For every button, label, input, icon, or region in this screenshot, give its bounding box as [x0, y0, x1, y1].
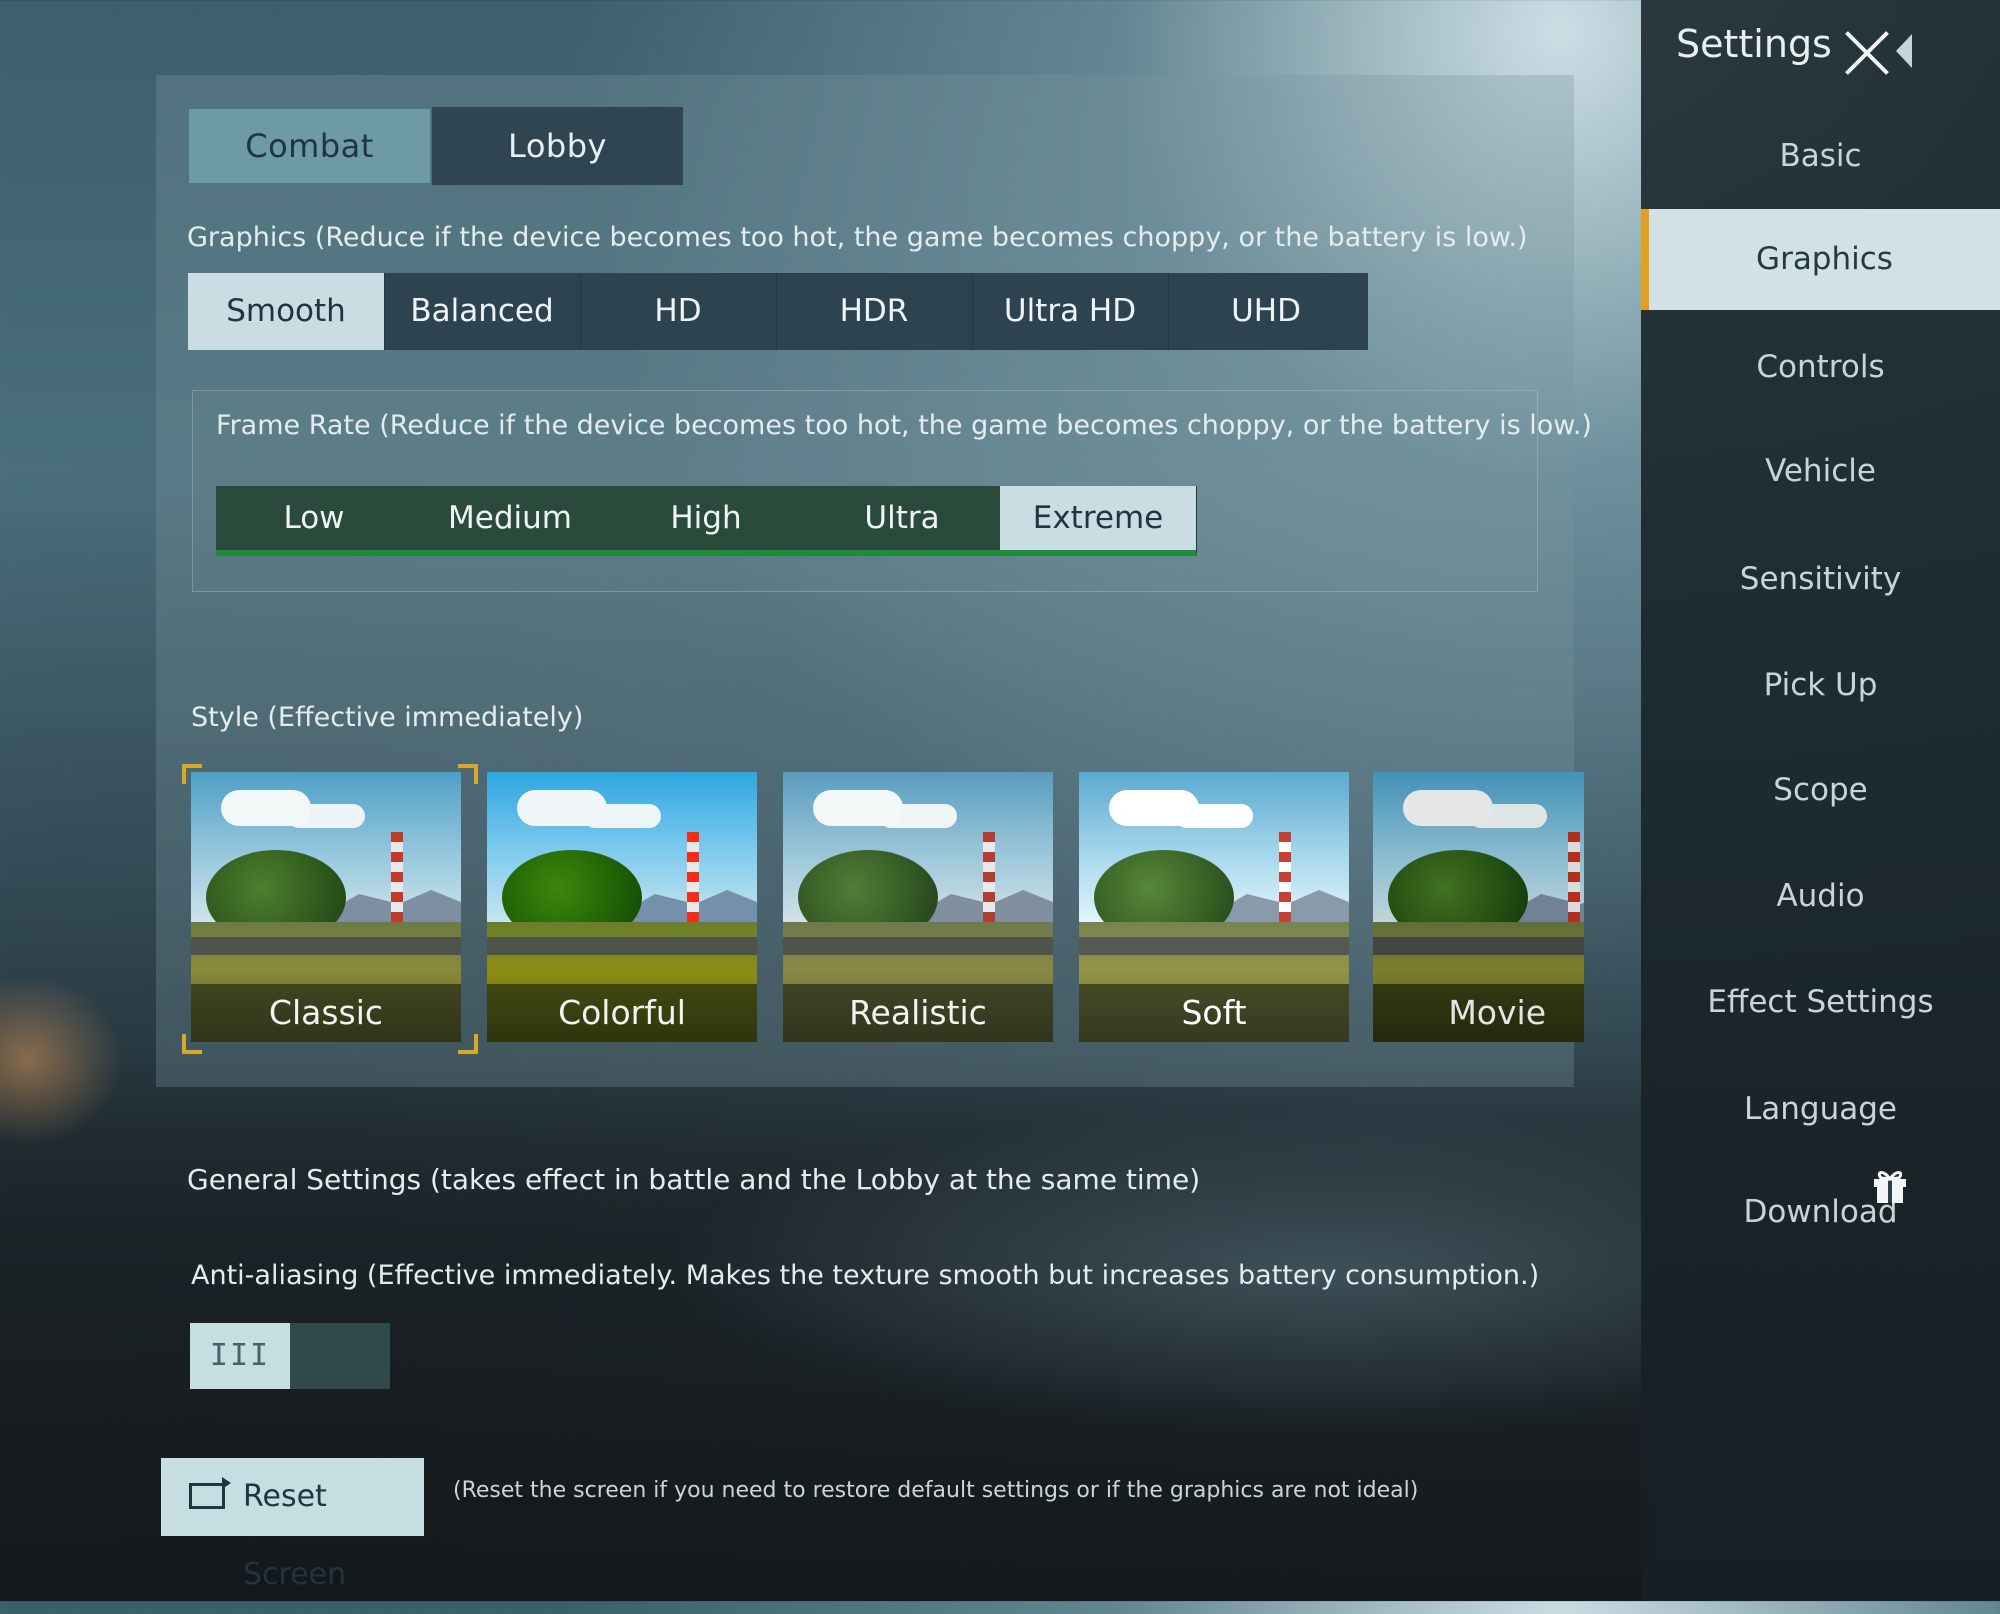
sidebar-title: Settings: [1676, 22, 1832, 66]
style-caption: Soft: [1079, 984, 1349, 1042]
preview-radio-tower: [391, 832, 403, 927]
mode-tabs: Combat Lobby: [187, 107, 683, 185]
style-caption: Realistic: [783, 984, 1053, 1042]
preview-road: [1373, 937, 1584, 955]
graphics-option-smooth[interactable]: Smooth: [188, 273, 385, 350]
settings-sidebar: Settings Basic Graphics Controls Vehicle…: [1641, 0, 2000, 1601]
reset-screen-label: Reset Screen: [243, 1479, 347, 1592]
sidebar-item-pick-up[interactable]: Pick Up: [1641, 645, 2000, 725]
close-icon[interactable]: [1842, 28, 1892, 78]
preview-road: [783, 937, 1053, 955]
graphics-option-uhd[interactable]: UHD: [1168, 273, 1364, 350]
selection-corner-icon: [182, 764, 202, 784]
frame-rate-option-low[interactable]: Low: [216, 486, 413, 556]
sidebar-item-vehicle[interactable]: Vehicle: [1641, 431, 2000, 511]
slider-knob[interactable]: III: [190, 1323, 290, 1389]
graphics-selector: Smooth Balanced HD HDR Ultra HD UHD: [188, 273, 1368, 350]
reset-note: (Reset the screen if you need to restore…: [453, 1478, 1419, 1503]
preview-cloud: [813, 790, 903, 826]
preview-radio-tower: [983, 832, 995, 927]
preview-road: [1079, 937, 1349, 955]
reset-screen-icon: [189, 1477, 231, 1509]
style-caption: Movie: [1373, 984, 1584, 1042]
preview-cloud: [517, 790, 607, 826]
sidebar-item-language[interactable]: Language: [1641, 1069, 2000, 1149]
tab-combat[interactable]: Combat: [187, 107, 432, 185]
preview-road: [487, 937, 757, 955]
sidebar-item-audio[interactable]: Audio: [1641, 856, 2000, 936]
sidebar-item-download[interactable]: Download: [1641, 1172, 2000, 1252]
sidebar-item-basic[interactable]: Basic: [1641, 116, 2000, 196]
style-card-soft[interactable]: Soft: [1079, 772, 1349, 1042]
graphics-label: Graphics (Reduce if the device becomes t…: [187, 222, 1528, 253]
frame-rate-label: Frame Rate (Reduce if the device becomes…: [216, 410, 1592, 441]
style-label: Style (Effective immediately): [191, 702, 584, 733]
sidebar-item-effect-settings[interactable]: Effect Settings: [1641, 962, 2000, 1042]
anti-aliasing-label: Anti-aliasing (Effective immediately. Ma…: [191, 1260, 1540, 1291]
frame-rate-selector: Low Medium High Ultra Extreme: [216, 486, 1197, 556]
style-card-classic[interactable]: Classic: [191, 772, 461, 1042]
anti-aliasing-slider[interactable]: III: [190, 1323, 390, 1389]
style-card-colorful[interactable]: Colorful: [487, 772, 757, 1042]
graphics-option-balanced[interactable]: Balanced: [384, 273, 581, 350]
background-glow: [0, 960, 140, 1160]
frame-rate-option-extreme[interactable]: Extreme: [1000, 486, 1197, 556]
style-caption: Classic: [191, 984, 461, 1042]
preview-radio-tower: [1568, 832, 1580, 927]
selection-corner-icon: [458, 764, 478, 784]
tab-lobby[interactable]: Lobby: [432, 107, 683, 185]
selection-corner-icon: [458, 1034, 478, 1054]
frame-rate-option-medium[interactable]: Medium: [412, 486, 609, 556]
graphics-option-hd[interactable]: HD: [580, 273, 777, 350]
sidebar-item-sensitivity[interactable]: Sensitivity: [1641, 539, 2000, 619]
selection-corner-icon: [182, 1034, 202, 1054]
gift-icon: [1874, 1171, 1906, 1203]
general-settings-label: General Settings (takes effect in battle…: [187, 1163, 1201, 1196]
preview-road: [191, 937, 461, 955]
preview-cloud: [221, 790, 311, 826]
preview-radio-tower: [687, 832, 699, 927]
frame-rate-option-high[interactable]: High: [608, 486, 805, 556]
graphics-option-ultra-hd[interactable]: Ultra HD: [972, 273, 1169, 350]
preview-cloud: [1109, 790, 1199, 826]
style-caption: Colorful: [487, 984, 757, 1042]
style-card-realistic[interactable]: Realistic: [783, 772, 1053, 1042]
preview-cloud: [1403, 790, 1493, 826]
preview-radio-tower: [1279, 832, 1291, 927]
frame-rate-option-ultra[interactable]: Ultra: [804, 486, 1001, 556]
style-card-movie[interactable]: Movie: [1373, 772, 1584, 1042]
reset-screen-button[interactable]: Reset Screen: [161, 1458, 424, 1592]
sidebar-item-controls[interactable]: Controls: [1641, 327, 2000, 407]
graphics-option-hdr[interactable]: HDR: [776, 273, 973, 350]
sidebar-item-graphics[interactable]: Graphics: [1641, 209, 2000, 310]
sidebar-item-scope[interactable]: Scope: [1641, 750, 2000, 830]
collapse-arrow-icon[interactable]: [1896, 34, 1912, 68]
